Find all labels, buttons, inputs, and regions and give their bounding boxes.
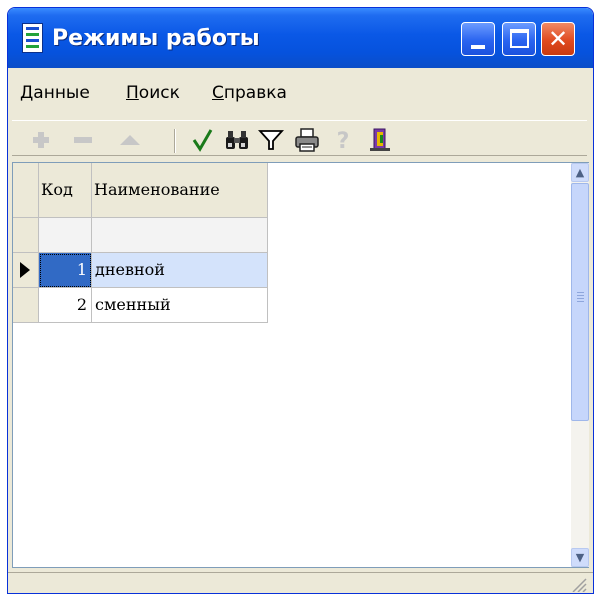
maximize-icon [510,29,529,48]
row-indicator[interactable] [13,253,39,288]
filter-cell-code[interactable] [39,218,92,253]
filter-cell-name[interactable] [92,218,268,253]
window-title: Режимы работы [52,26,260,51]
svg-text:?: ? [337,129,350,153]
printer-icon[interactable] [294,127,320,153]
table-cell-name[interactable]: сменный [92,288,268,323]
toolbar-separator [174,129,176,153]
row-indicator[interactable] [13,288,39,323]
resize-grip-icon[interactable] [567,576,587,592]
menu-bar: Данные Поиск Справка [8,71,593,115]
grid-corner-header [13,163,39,218]
app-document-icon[interactable] [22,23,43,53]
filter-icon[interactable] [258,127,284,153]
menu-item-help[interactable]: Справка [212,81,287,105]
triangle-up-icon[interactable] [117,127,143,153]
status-bar [8,572,593,593]
binoculars-icon[interactable] [224,127,250,153]
title-bar[interactable]: Режимы работы ✕ [8,8,593,68]
filter-row-indicator [13,218,39,253]
minimize-button[interactable] [461,22,495,56]
scroll-down-button[interactable]: ▼ [571,548,589,567]
data-grid[interactable]: Код Наименование 1 дневной 2 сменный ▲ ▼ [12,162,589,568]
table-cell-code[interactable]: 2 [39,288,92,323]
menu-item-search[interactable]: Поиск [126,81,180,105]
exit-door-icon[interactable] [368,127,394,153]
chevron-up-icon: ▲ [575,166,585,179]
close-icon: ✕ [547,25,569,53]
checkmark-icon[interactable] [190,127,216,153]
close-button[interactable]: ✕ [541,22,575,56]
scrollbar-thumb[interactable] [571,183,589,421]
minus-icon[interactable] [70,127,96,153]
table-cell-code[interactable]: 1 [39,253,92,288]
table-cell-name[interactable]: дневной [92,253,268,288]
menu-item-data[interactable]: Данные [20,81,90,105]
help-icon[interactable]: ? [330,127,356,153]
column-header-code[interactable]: Код [39,163,92,218]
current-row-arrow-icon [20,262,30,278]
chevron-down-icon: ▼ [575,551,585,564]
scroll-up-button[interactable]: ▲ [571,163,589,182]
column-header-name[interactable]: Наименование [92,163,268,218]
app-window: Режимы работы ✕ Данные Поиск Справка ? К… [7,7,594,594]
minimize-icon [471,45,485,49]
maximize-button[interactable] [502,22,536,56]
plus-icon[interactable] [28,127,54,153]
toolbar: ? [12,120,587,156]
vertical-scrollbar[interactable]: ▲ ▼ [571,163,589,567]
